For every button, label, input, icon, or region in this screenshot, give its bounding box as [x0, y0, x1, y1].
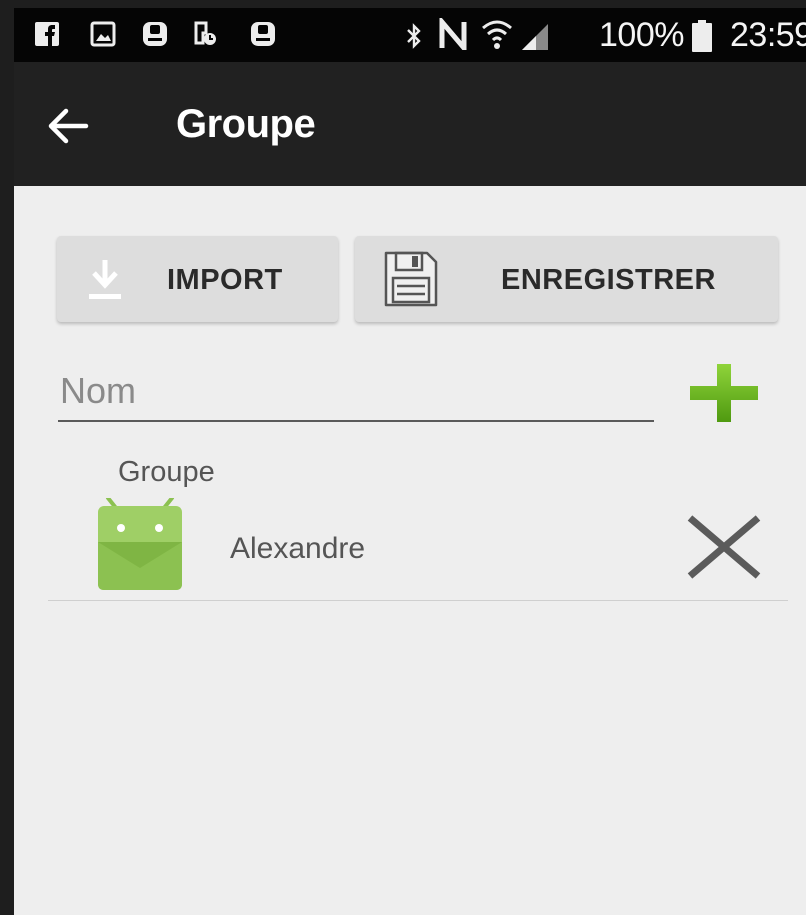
phone-screen: 100% 23:59 Groupe IMPORT ENREGISTRER Nom…: [0, 0, 806, 915]
cell-signal-icon: [522, 24, 548, 50]
group-section-label: Groupe: [118, 456, 215, 488]
bluetooth-icon: [407, 23, 421, 49]
android-icon: [98, 498, 182, 590]
add-icon[interactable]: [688, 362, 760, 424]
battery-icon: [692, 20, 712, 52]
page-title: Groupe: [176, 102, 316, 146]
list-item[interactable]: Alexandre: [48, 496, 788, 601]
gallery-icon: [90, 21, 116, 47]
import-button-label: IMPORT: [167, 264, 283, 296]
facebook-icon: [35, 22, 59, 46]
notification-icon: [251, 22, 275, 46]
app-bar: Groupe: [14, 62, 806, 186]
import-button[interactable]: IMPORT: [57, 236, 338, 322]
save-button-label: ENREGISTRER: [501, 264, 716, 296]
clock: 23:59: [730, 16, 806, 54]
name-input[interactable]: [58, 362, 654, 422]
close-icon[interactable]: [684, 514, 764, 580]
arrow-back-icon[interactable]: [46, 106, 90, 146]
media-icon: [194, 21, 216, 45]
battery-percent: 100%: [599, 16, 684, 54]
download-icon: [89, 260, 121, 299]
main-content: IMPORT ENREGISTRER Groupe: [14, 186, 806, 915]
status-bar: 100% 23:59: [14, 8, 806, 62]
wifi-icon: [482, 20, 512, 49]
floppy-disk-icon: [384, 251, 438, 307]
nfc-icon: [439, 18, 467, 50]
save-button[interactable]: ENREGISTRER: [355, 236, 778, 322]
notification-icon: [143, 22, 167, 46]
member-name: Alexandre: [230, 532, 366, 565]
